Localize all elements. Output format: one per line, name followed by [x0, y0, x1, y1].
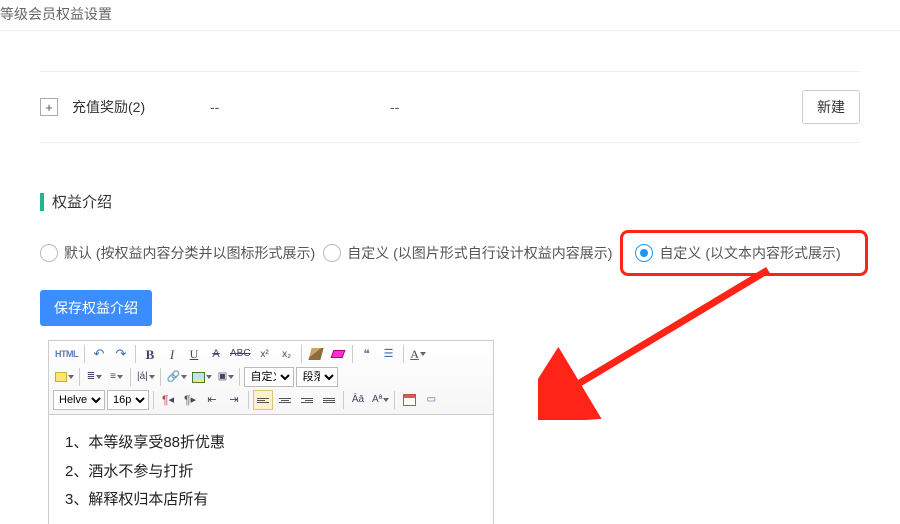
radio-icon [323, 244, 341, 262]
tb-code-icon[interactable]: ☰ [379, 344, 399, 364]
tb-font-select[interactable]: Helveti [53, 390, 105, 410]
tb-ordered-list[interactable]: ≣ [84, 367, 104, 387]
radio-image[interactable]: 自定义 (以图片形式自行设计权益内容展示) [323, 243, 612, 263]
tb-indent-icon[interactable]: ⇥ [224, 390, 244, 410]
tb-source-html[interactable]: HTML [53, 344, 80, 364]
tb-find-icon[interactable]: |á| [135, 367, 156, 387]
radio-icon [40, 244, 58, 262]
highlight-box: 自定义 (以文本内容形式展示) [620, 230, 867, 276]
tb-align-left-icon[interactable] [253, 390, 273, 410]
editor-toolbar: HTML B I U A ABC ☰ A ≣ ≡ [48, 340, 494, 415]
radio-label: 自定义 (以文本内容形式展示) [659, 243, 840, 263]
rich-text-editor: HTML B I U A ABC ☰ A ≣ ≡ [48, 340, 494, 524]
tb-redo-icon[interactable] [111, 344, 131, 364]
section-bar-icon [40, 193, 44, 211]
row-cell-1: -- [210, 99, 390, 115]
tb-strike[interactable]: A [206, 344, 226, 364]
radio-text[interactable]: 自定义 (以文本内容形式展示) [635, 243, 840, 263]
tb-unordered-list[interactable]: ≡ [106, 367, 126, 387]
section-title: 权益介绍 [40, 191, 900, 212]
tb-date-icon[interactable] [399, 390, 419, 410]
tb-format-brush-icon[interactable] [306, 344, 326, 364]
radio-default[interactable]: 默认 (按权益内容分类并以图标形式展示) [40, 243, 315, 263]
create-button[interactable]: 新建 [802, 90, 860, 124]
tb-direction-rtl-icon[interactable]: ◂ [158, 390, 178, 410]
tb-align-justify-icon[interactable] [319, 390, 339, 410]
tb-italic[interactable]: I [162, 344, 182, 364]
expand-button[interactable]: + [40, 98, 58, 116]
tb-uppercase-icon[interactable]: Aª [370, 390, 390, 410]
radio-label: 默认 (按权益内容分类并以图标形式展示) [64, 243, 315, 263]
editor-line: 2、酒水不参与打折 [65, 458, 477, 487]
page-title: 等级会员权益设置 [0, 0, 900, 31]
tb-direction-ltr-icon[interactable]: ▸ [180, 390, 200, 410]
tb-size-select[interactable]: 16px [107, 390, 149, 410]
table-row: + 充值奖励(2) -- -- 新建 [40, 72, 860, 143]
tb-insert-icon[interactable]: ▣ [215, 367, 235, 387]
tb-clear-format-icon[interactable] [328, 344, 348, 364]
tb-font-color[interactable]: A [408, 344, 428, 364]
tb-underline[interactable]: U [184, 344, 204, 364]
tb-spellcheck-icon[interactable]: Āā [348, 390, 368, 410]
row-name: 充值奖励(2) [72, 97, 145, 117]
tb-bold[interactable]: B [140, 344, 160, 364]
tb-superscript[interactable] [255, 344, 275, 364]
tb-undo-icon[interactable] [89, 344, 109, 364]
radio-icon [635, 244, 653, 262]
tb-subscript[interactable] [277, 344, 297, 364]
editor-content[interactable]: 1、本等级享受88折优惠 2、酒水不参与打折 3、解释权归本店所有 [48, 415, 494, 524]
tb-quote-icon[interactable] [357, 344, 377, 364]
editor-line: 1、本等级享受88折优惠 [65, 429, 477, 458]
tb-align-center-icon[interactable] [275, 390, 295, 410]
tb-link-icon[interactable]: 🔗 [165, 367, 189, 387]
radio-group: 默认 (按权益内容分类并以图标形式展示) 自定义 (以图片形式自行设计权益内容展… [40, 230, 860, 276]
tb-image-icon[interactable] [190, 367, 213, 387]
tb-outdent-icon[interactable]: ⇤ [202, 390, 222, 410]
radio-label: 自定义 (以图片形式自行设计权益内容展示) [347, 243, 612, 263]
tb-horizontal-line-icon[interactable]: ▭ [421, 390, 441, 410]
editor-line: 3、解释权归本店所有 [65, 486, 477, 515]
tb-strike2[interactable]: ABC [228, 344, 253, 364]
row-cell-2: -- [390, 99, 570, 115]
tb-align-right-icon[interactable] [297, 390, 317, 410]
tb-paragraph-select[interactable]: 段落 [296, 367, 338, 387]
annotation-arrow-icon [538, 260, 798, 420]
tb-bg-color[interactable] [53, 367, 75, 387]
save-button[interactable]: 保存权益介绍 [40, 290, 152, 326]
tb-custom-format-select[interactable]: 自定义格 [244, 367, 294, 387]
